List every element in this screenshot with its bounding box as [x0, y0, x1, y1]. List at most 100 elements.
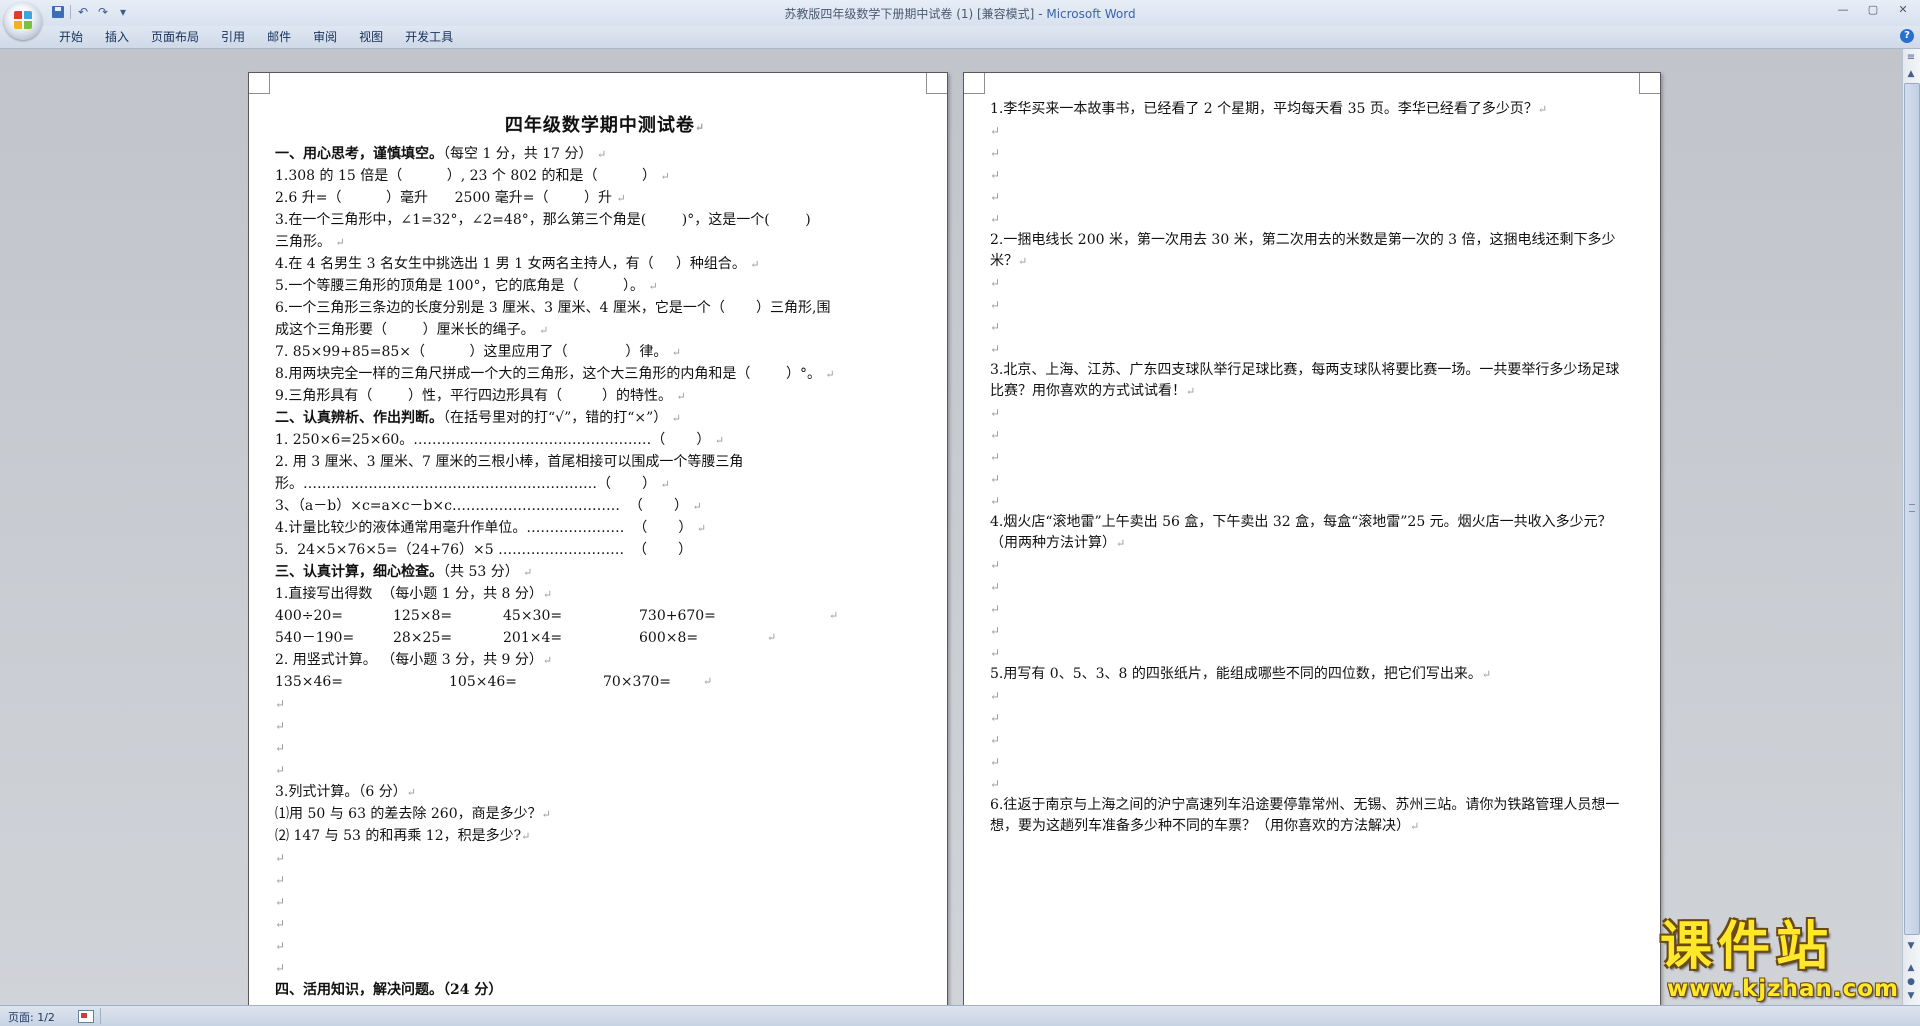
empty-line: ↵: [990, 602, 1001, 616]
calc-item: 400÷20=: [275, 608, 343, 624]
word-problem: 3.北京、上海、江苏、广东四支球队举行足球比赛，每两支球队将要比赛一场。一共要举…: [990, 360, 1630, 402]
para-mark: ↵: [1018, 255, 1028, 268]
maximize-button[interactable]: ▢: [1862, 2, 1884, 18]
empty-line: ↵: [990, 190, 1001, 204]
tab-review[interactable]: 审阅: [302, 29, 348, 45]
calc-item: 45×30=: [503, 608, 563, 624]
calc-item: 540－190=: [275, 630, 355, 646]
tab-view[interactable]: 视图: [348, 29, 394, 45]
empty-line: ↵: [990, 450, 1001, 464]
tab-home[interactable]: 开始: [48, 29, 94, 45]
question-text: 4.计量比较少的液体通常用毫升作单位。………………… （ ）: [275, 520, 693, 536]
question-text: 8.用两块完全一样的三角尺拼成一个大的三角形，这个大三角形的内角和是（ ）°。: [275, 366, 821, 382]
app-name: Microsoft Word: [1046, 7, 1136, 21]
empty-line: ↵: [990, 580, 1001, 594]
empty-line: ↵: [990, 298, 1001, 312]
tab-developer[interactable]: 开发工具: [394, 29, 464, 45]
para-mark: ↵: [539, 324, 549, 337]
section-note: （共 53 分）: [443, 564, 519, 580]
question-line: 9.三角形具有（ ）性，平行四边形具有（ ）的特性。 ↵: [275, 385, 935, 407]
problem-text: 5.用写有 0、5、3、8 的四张纸片，能组成哪些不同的四位数，把它们写出来。: [990, 666, 1482, 682]
para-mark: ↵: [825, 368, 835, 381]
question-text: 2. 用 3 厘米、3 厘米、7 厘米的三根小棒，首尾相接可以围成一个等腰三角: [275, 454, 744, 470]
para-mark: ↵: [1116, 537, 1126, 550]
view-ruler-icon[interactable]: ≡: [1904, 51, 1918, 65]
minimize-button[interactable]: —: [1832, 2, 1854, 18]
tab-mailings[interactable]: 邮件: [256, 29, 302, 45]
word-problem: 6.往返于南京与上海之间的沪宁高速列车沿途要停靠常州、无锡、苏州三站。请你为铁路…: [990, 795, 1630, 837]
empty-line: ↵: [275, 851, 286, 865]
page-number-status[interactable]: 页面: 1/2: [8, 1009, 55, 1025]
para-mark: ↵: [767, 631, 777, 644]
grip-icon: [1909, 504, 1915, 512]
ribbon-tabs: 开始 插入 页面布局 引用 邮件 审阅 视图 开发工具: [48, 29, 464, 45]
exam-title: 四年级数学期中测试卷↵: [275, 109, 935, 143]
tab-page-layout[interactable]: 页面布局: [140, 29, 210, 45]
next-page-button[interactable]: ▼: [1904, 989, 1918, 1003]
close-button[interactable]: ✕: [1892, 2, 1914, 18]
empty-line: ↵: [275, 719, 286, 733]
empty-line: ↵: [990, 342, 1001, 356]
question-text: 2.6 升=（ ）毫升 2500 毫升=（ ）升: [275, 190, 613, 206]
question-line: 1.直接写出得数 （每小题 1 分，共 8 分）↵: [275, 583, 935, 605]
document-area[interactable]: 四年级数学期中测试卷↵ 一、用心思考，谨慎填空。（每空 1 分，共 17 分） …: [0, 49, 1903, 1005]
question-text: 3、（a－b）×c=a×c－b×c……………………………… （ ）: [275, 498, 689, 514]
vertical-scrollbar[interactable]: ≡ ▲ ▼ ▲ ● ▼: [1902, 49, 1920, 1005]
window-title: 苏教版四年级数学下册期中试卷 (1) [兼容模式] - Microsoft Wo…: [0, 5, 1920, 22]
problem-text: 1.李华买来一本故事书，已经看了 2 个星期，平均每天看 35 页。李华已经看了…: [990, 101, 1538, 117]
calc-row: 540－190= 28×25= 201×4= 600×8= ↵: [275, 627, 935, 649]
para-mark: ↵: [696, 522, 707, 535]
section-title: 四、活用知识，解决问题。（24 分）: [275, 982, 503, 998]
question-line: 三角形。 ↵: [275, 231, 935, 253]
question-line: 7. 85×99+85=85×（ ）这里应用了（ ）律。 ↵: [275, 341, 935, 363]
section-title: 二、认真辨析、作出判断。: [275, 410, 443, 426]
question-text: 1.308 的 15 倍是（ ）, 23 个 802 的和是（ ）: [275, 168, 657, 184]
para-mark: ↵: [335, 236, 345, 249]
calc-item: 135×46=: [275, 674, 343, 690]
calc-item: 201×4=: [503, 630, 563, 646]
empty-line: ↵: [275, 697, 286, 711]
question-text: 3.在一个三角形中，∠1=32°，∠2=48°，那么第三个角是( )°，这是一个…: [275, 212, 811, 228]
status-bar: 页面: 1/2: [0, 1005, 1920, 1026]
scroll-down-button[interactable]: ▼: [1904, 939, 1918, 953]
para-mark: ↵: [1186, 385, 1196, 398]
previous-page-button[interactable]: ▲: [1904, 961, 1918, 975]
office-button[interactable]: [4, 2, 42, 40]
empty-line: ↵: [990, 777, 1001, 791]
para-mark: ↵: [616, 192, 626, 205]
tab-references[interactable]: 引用: [210, 29, 256, 45]
page-2[interactable]: 1.李华买来一本故事书，已经看了 2 个星期，平均每天看 35 页。李华已经看了…: [963, 72, 1661, 1005]
problem-text: 3.北京、上海、江苏、广东四支球队举行足球比赛，每两支球队将要比赛一场。一共要举…: [990, 362, 1620, 399]
problem-text: 4.烟火店“滚地雷”上午卖出 56 盒，下午卖出 32 盒，每盒“滚地雷”25 …: [990, 514, 1612, 551]
scroll-up-button[interactable]: ▲: [1904, 67, 1918, 81]
proofing-icon[interactable]: [78, 1010, 94, 1023]
word-problem: 1.李华买来一本故事书，已经看了 2 个星期，平均每天看 35 页。李华已经看了…: [990, 99, 1630, 120]
page-2-content: 1.李华买来一本故事书，已经看了 2 个星期，平均每天看 35 页。李华已经看了…: [990, 99, 1630, 837]
calc-row: 400÷20= 125×8= 45×30= 730+670= ↵: [275, 605, 935, 627]
para-mark: ↵: [648, 280, 658, 293]
help-icon[interactable]: ?: [1900, 29, 1914, 43]
empty-line: ↵: [990, 276, 1001, 290]
question-line: 8.用两块完全一样的三角尺拼成一个大的三角形，这个大三角形的内角和是（ ）°。 …: [275, 363, 935, 385]
para-mark: ↵: [1410, 820, 1420, 833]
tab-insert[interactable]: 插入: [94, 29, 140, 45]
empty-line: ↵: [990, 428, 1001, 442]
crop-mark-top-left: [249, 73, 270, 94]
title-separator: -: [1034, 7, 1047, 21]
select-browse-object-button[interactable]: ●: [1904, 975, 1918, 989]
empty-line: ↵: [990, 494, 1001, 508]
empty-line: ↵: [990, 124, 1001, 138]
page-1[interactable]: 四年级数学期中测试卷↵ 一、用心思考，谨慎填空。（每空 1 分，共 17 分） …: [248, 72, 948, 1005]
para-mark: ↵: [829, 609, 839, 622]
question-line: 3.在一个三角形中，∠1=32°，∠2=48°，那么第三个角是( )°，这是一个…: [275, 209, 935, 231]
scrollbar-thumb[interactable]: [1904, 83, 1920, 935]
calc-item: 28×25=: [393, 630, 453, 646]
empty-line: ↵: [990, 212, 1001, 226]
question-text: 6.一个三角形三条边的长度分别是 3 厘米、3 厘米、4 厘米，它是一个（ ）三…: [275, 300, 831, 316]
section-heading: 二、认真辨析、作出判断。（在括号里对的打“√”，错的打“×”） ↵: [275, 407, 935, 429]
question-line: 3、（a－b）×c=a×c－b×c……………………………… （ ） ↵: [275, 495, 935, 517]
calc-item: 70×370=: [603, 674, 671, 690]
question-line: 6.一个三角形三条边的长度分别是 3 厘米、3 厘米、4 厘米，它是一个（ ）三…: [275, 297, 935, 319]
empty-line: ↵: [275, 939, 286, 953]
exam-title-text: 四年级数学期中测试卷: [504, 115, 695, 136]
